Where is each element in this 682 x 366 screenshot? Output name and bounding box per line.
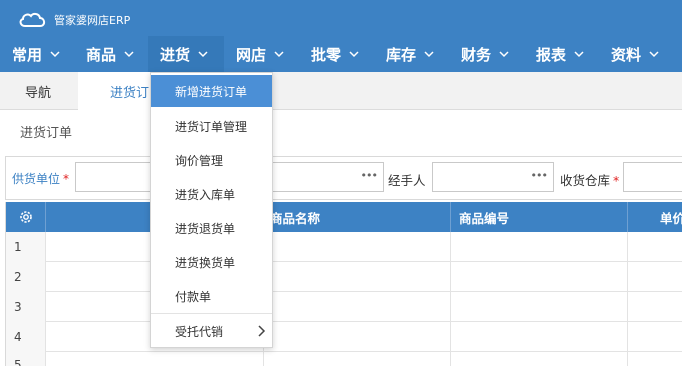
nav-item-caiwu[interactable]: 财务 <box>449 36 524 72</box>
row-number: 4 <box>6 322 46 352</box>
menu-item-purchase-return[interactable]: 进货退货单 <box>151 211 272 245</box>
table-cell[interactable] <box>451 262 628 292</box>
table-cell[interactable] <box>451 232 628 262</box>
tab-navigation[interactable]: 导航 <box>0 72 76 110</box>
nav-label: 财务 <box>461 45 492 64</box>
grid-settings-button[interactable] <box>6 202 46 232</box>
chevron-down-icon <box>424 51 434 58</box>
warehouse-input[interactable] <box>623 162 682 192</box>
nav-item-ziliao[interactable]: 资料 <box>599 36 682 72</box>
menu-item-purchase-receipt[interactable]: 进货入库单 <box>151 177 272 211</box>
menu-item-purchase-exchange[interactable]: 进货换货单 <box>151 245 272 279</box>
chevron-down-icon <box>499 51 509 58</box>
warehouse-label-text: 收货仓库 <box>560 173 611 188</box>
grid-header: 商品名称 商品编号 单价 <box>6 202 682 232</box>
purchase-dropdown-menu: 新增进货订单 进货订单管理 询价管理 进货入库单 进货退货单 进货换货单 付款单… <box>150 72 273 348</box>
table-cell[interactable] <box>264 262 451 292</box>
table-row[interactable]: 1 <box>6 232 682 262</box>
chevron-down-icon <box>198 51 208 58</box>
more-dots-icon[interactable]: ••• <box>361 169 378 182</box>
menu-item-consignment[interactable]: 受托代销 <box>151 314 272 348</box>
nav-label: 批零 <box>311 45 342 64</box>
chevron-down-icon <box>274 51 284 58</box>
app-logo-text: 管家婆网店ERP <box>54 14 131 27</box>
chevron-down-icon <box>50 51 60 58</box>
table-cell[interactable] <box>264 322 451 352</box>
warehouse-label: 收货仓库 * <box>560 170 619 189</box>
nav-label: 资料 <box>611 45 642 64</box>
table-cell[interactable] <box>264 232 451 262</box>
nav-label: 进货 <box>160 45 191 64</box>
nav-item-changyong[interactable]: 常用 <box>0 36 74 72</box>
chevron-right-icon <box>258 325 266 337</box>
supplier-label-text: 供货单位 <box>12 172 61 186</box>
menu-item-new-purchase-order[interactable]: 新增进货订单 <box>151 75 272 107</box>
nav-item-piling[interactable]: 批零 <box>299 36 374 72</box>
table-cell[interactable] <box>451 352 628 366</box>
menu-item-purchase-order-management[interactable]: 进货订单管理 <box>151 109 272 143</box>
main-nav: 常用 商品 进货 网店 批零 库存 财务 报表 资料 <box>0 36 682 72</box>
row-number: 1 <box>6 232 46 262</box>
tab-purchase-order[interactable]: 进货订 <box>78 72 158 110</box>
chevron-down-icon <box>649 51 659 58</box>
table-row[interactable]: 4 <box>6 322 682 352</box>
handler-label: 经手人 <box>388 173 426 188</box>
table-cell[interactable] <box>264 352 451 366</box>
nav-label: 报表 <box>536 45 567 64</box>
table-row[interactable]: 2 <box>6 262 682 292</box>
page-title: 进货订单 <box>20 126 73 141</box>
top-bar: 管家婆网店ERP 常用 商品 进货 网店 批零 库存 财务 报表 资料 <box>0 0 682 72</box>
column-header-product-name[interactable]: 商品名称 <box>264 202 451 232</box>
chevron-down-icon <box>574 51 584 58</box>
row-number: 3 <box>6 292 46 322</box>
row-number: 2 <box>6 262 46 292</box>
order-items-grid: 商品名称 商品编号 单价 1 2 3 4 5 <box>5 202 682 366</box>
table-row[interactable]: 3 <box>6 292 682 322</box>
nav-label: 网店 <box>236 45 267 64</box>
app-logo[interactable]: 管家婆网店ERP <box>18 10 130 30</box>
table-row[interactable]: 5 <box>6 352 682 366</box>
gear-icon <box>19 211 32 223</box>
table-cell[interactable] <box>451 322 628 352</box>
cloud-logo-icon <box>19 12 46 27</box>
table-cell[interactable] <box>46 352 264 366</box>
menu-item-inquiry-management[interactable]: 询价管理 <box>151 143 272 177</box>
more-dots-icon[interactable]: ••• <box>531 169 548 182</box>
required-mark: * <box>613 173 620 188</box>
nav-item-shangpin[interactable]: 商品 <box>74 36 148 72</box>
chevron-down-icon <box>124 51 134 58</box>
nav-item-baobiao[interactable]: 报表 <box>524 36 599 72</box>
nav-label: 商品 <box>86 45 117 64</box>
nav-item-kucun[interactable]: 库存 <box>374 36 449 72</box>
tab-bar: 导航 进货订 <box>0 72 682 110</box>
order-header-form: 供货单位 * ••• 经手人 ••• 收货仓库 * <box>5 156 682 200</box>
chevron-down-icon <box>349 51 359 58</box>
required-mark: * <box>63 172 70 186</box>
table-cell[interactable] <box>264 292 451 322</box>
menu-item-consignment-label: 受托代销 <box>175 324 224 339</box>
nav-item-jinhuo[interactable]: 进货 <box>148 36 224 72</box>
nav-item-wangdian[interactable]: 网店 <box>224 36 299 72</box>
column-header-unit-price[interactable]: 单价 <box>628 202 682 232</box>
nav-label: 库存 <box>386 45 417 64</box>
table-cell[interactable] <box>451 292 628 322</box>
handler-input[interactable]: ••• <box>432 162 554 192</box>
menu-item-payment-slip[interactable]: 付款单 <box>151 279 272 313</box>
nav-label: 常用 <box>12 45 43 64</box>
supplier-label: 供货单位 * <box>12 170 69 187</box>
row-number: 5 <box>6 352 46 366</box>
column-header-product-code[interactable]: 商品编号 <box>451 202 628 232</box>
